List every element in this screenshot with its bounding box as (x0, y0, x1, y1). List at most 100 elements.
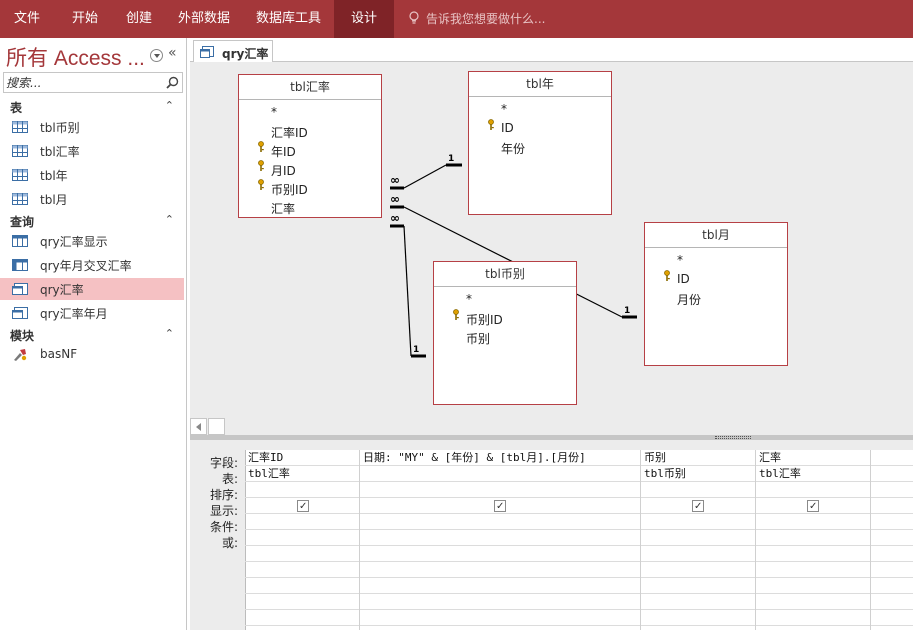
search-icon[interactable] (166, 76, 179, 89)
qbe-column-1[interactable]: 汇率ID tbl汇率 (245, 450, 360, 630)
field-id[interactable]: ID (677, 272, 690, 286)
field-bibie-id[interactable]: 币别ID (271, 181, 308, 198)
qbe-empty-cell[interactable] (871, 546, 913, 562)
qbe-empty-cell[interactable] (641, 594, 755, 610)
field-bibie-id[interactable]: 币别ID (466, 311, 503, 328)
field-list-title[interactable]: tbl月 (645, 223, 787, 248)
tell-me-box[interactable]: 告诉我您想要做什么... (408, 0, 545, 38)
qbe-field-cell[interactable]: 汇率ID (245, 450, 359, 466)
qbe-column-2[interactable]: 日期: "MY" & [年份] & [tbl月].[月份] (360, 450, 641, 630)
qbe-or-cell[interactable] (871, 530, 913, 546)
field-list-title[interactable]: tbl汇率 (239, 75, 381, 100)
field-huilv-id[interactable]: 汇率ID (271, 124, 308, 141)
qbe-field-cell[interactable]: 日期: "MY" & [年份] & [tbl月].[月份] (360, 450, 640, 466)
nav-item-tbl-nian[interactable]: tbl年 (0, 164, 184, 186)
qbe-or-cell[interactable] (245, 530, 359, 546)
nav-item-tbl-yue[interactable]: tbl月 (0, 188, 184, 210)
scroll-thumb[interactable] (208, 418, 225, 435)
field-all[interactable]: * (466, 292, 472, 306)
qbe-empty-cell[interactable] (756, 594, 870, 610)
qbe-empty-cell[interactable] (641, 610, 755, 626)
qbe-empty-cell[interactable] (360, 562, 640, 578)
show-checkbox[interactable] (692, 499, 704, 513)
qbe-or-cell[interactable] (756, 530, 870, 546)
field-list-tbl-yue[interactable]: tbl月 * ID 月份 (644, 222, 788, 366)
show-checkbox[interactable] (807, 499, 819, 513)
table-pane-scrollbar[interactable] (190, 418, 913, 435)
qbe-or-cell[interactable] (641, 530, 755, 546)
qbe-empty-cell[interactable] (871, 562, 913, 578)
tab-home[interactable]: 开始 (60, 0, 110, 38)
qbe-table-cell[interactable]: tbl汇率 (245, 466, 359, 482)
qbe-column-5[interactable] (871, 450, 913, 630)
qbe-table-cell[interactable]: tbl汇率 (756, 466, 870, 482)
qbe-table-cell[interactable] (360, 466, 640, 482)
join-line-currency[interactable] (403, 225, 412, 357)
qbe-empty-cell[interactable] (245, 594, 359, 610)
qbe-sort-cell[interactable] (360, 482, 640, 498)
field-nianfen[interactable]: 年份 (501, 140, 525, 157)
qbe-or-cell[interactable] (360, 530, 640, 546)
qbe-grid[interactable]: 汇率ID tbl汇率 日期: "MY" & [年份] & [tbl月].[月份] (245, 450, 913, 630)
qbe-empty-cell[interactable] (756, 562, 870, 578)
tab-design[interactable]: 设计 (334, 0, 394, 38)
nav-collapse-icon[interactable]: « (168, 45, 177, 61)
qbe-empty-cell[interactable] (756, 546, 870, 562)
nav-group-tables[interactable]: 表 ⌃ (0, 98, 186, 116)
qbe-sort-cell[interactable] (756, 482, 870, 498)
nav-item-qry-huilv-nianyue[interactable]: qry汇率年月 (0, 302, 184, 324)
field-all[interactable]: * (501, 102, 507, 116)
chevron-up-icon[interactable]: ⌃ (165, 327, 174, 340)
field-all[interactable]: * (271, 105, 277, 119)
nav-menu-dropdown-icon[interactable] (150, 49, 163, 62)
field-list-tbl-huilv[interactable]: tbl汇率 * 汇率ID 年ID 月ID 币别ID 汇率 (238, 74, 382, 218)
qbe-table-cell[interactable] (871, 466, 913, 482)
qbe-criteria-cell[interactable] (871, 514, 913, 530)
nav-item-qry-huilv-xianshi[interactable]: qry汇率显示 (0, 230, 184, 252)
field-all[interactable]: * (677, 253, 683, 267)
qbe-sort-cell[interactable] (641, 482, 755, 498)
qbe-field-cell[interactable]: 币别 (641, 450, 755, 466)
field-list-title[interactable]: tbl年 (469, 72, 611, 97)
qbe-empty-cell[interactable] (871, 578, 913, 594)
nav-title[interactable]: 所有 Access ... (6, 42, 145, 72)
qbe-criteria-cell[interactable] (245, 514, 359, 530)
join-line-year[interactable] (403, 164, 447, 189)
document-tab-qry-huilv[interactable]: qry汇率 (193, 40, 273, 63)
qbe-empty-cell[interactable] (641, 578, 755, 594)
qbe-empty-cell[interactable] (756, 610, 870, 626)
qbe-sort-cell[interactable] (871, 482, 913, 498)
qbe-empty-cell[interactable] (641, 562, 755, 578)
nav-group-modules[interactable]: 模块 ⌃ (0, 326, 186, 344)
qbe-empty-cell[interactable] (871, 610, 913, 626)
nav-search-input[interactable] (6, 74, 161, 91)
nav-item-tbl-bibie[interactable]: tbl币别 (0, 116, 184, 138)
chevron-up-icon[interactable]: ⌃ (165, 99, 174, 112)
qbe-empty-cell[interactable] (360, 610, 640, 626)
show-checkbox[interactable] (494, 499, 506, 513)
tab-file[interactable]: 文件 (2, 0, 52, 38)
field-bibie[interactable]: 币别 (466, 330, 490, 347)
show-checkbox[interactable] (297, 499, 309, 513)
field-yue-id[interactable]: 月ID (271, 162, 296, 179)
qbe-empty-cell[interactable] (245, 546, 359, 562)
nav-item-qry-huilv[interactable]: qry汇率 (0, 278, 184, 300)
qbe-column-3[interactable]: 币别 tbl币别 (641, 450, 756, 630)
qbe-empty-cell[interactable] (245, 562, 359, 578)
field-list-title[interactable]: tbl币别 (434, 262, 576, 287)
qbe-empty-cell[interactable] (360, 594, 640, 610)
qbe-empty-cell[interactable] (245, 578, 359, 594)
field-id[interactable]: ID (501, 121, 514, 135)
field-list-tbl-nian[interactable]: tbl年 * ID 年份 (468, 71, 612, 215)
scroll-left-arrow-icon[interactable] (190, 418, 207, 435)
qbe-field-cell[interactable] (871, 450, 913, 466)
qbe-empty-cell[interactable] (756, 578, 870, 594)
field-huilv[interactable]: 汇率 (271, 200, 295, 217)
nav-item-tbl-huilv[interactable]: tbl汇率 (0, 140, 184, 162)
field-yuefen[interactable]: 月份 (677, 291, 701, 308)
tab-external-data[interactable]: 外部数据 (166, 0, 242, 38)
qbe-column-4[interactable]: 汇率 tbl汇率 (756, 450, 871, 630)
qbe-field-cell[interactable]: 汇率 (756, 450, 870, 466)
qbe-empty-cell[interactable] (245, 610, 359, 626)
qbe-table-cell[interactable]: tbl币别 (641, 466, 755, 482)
